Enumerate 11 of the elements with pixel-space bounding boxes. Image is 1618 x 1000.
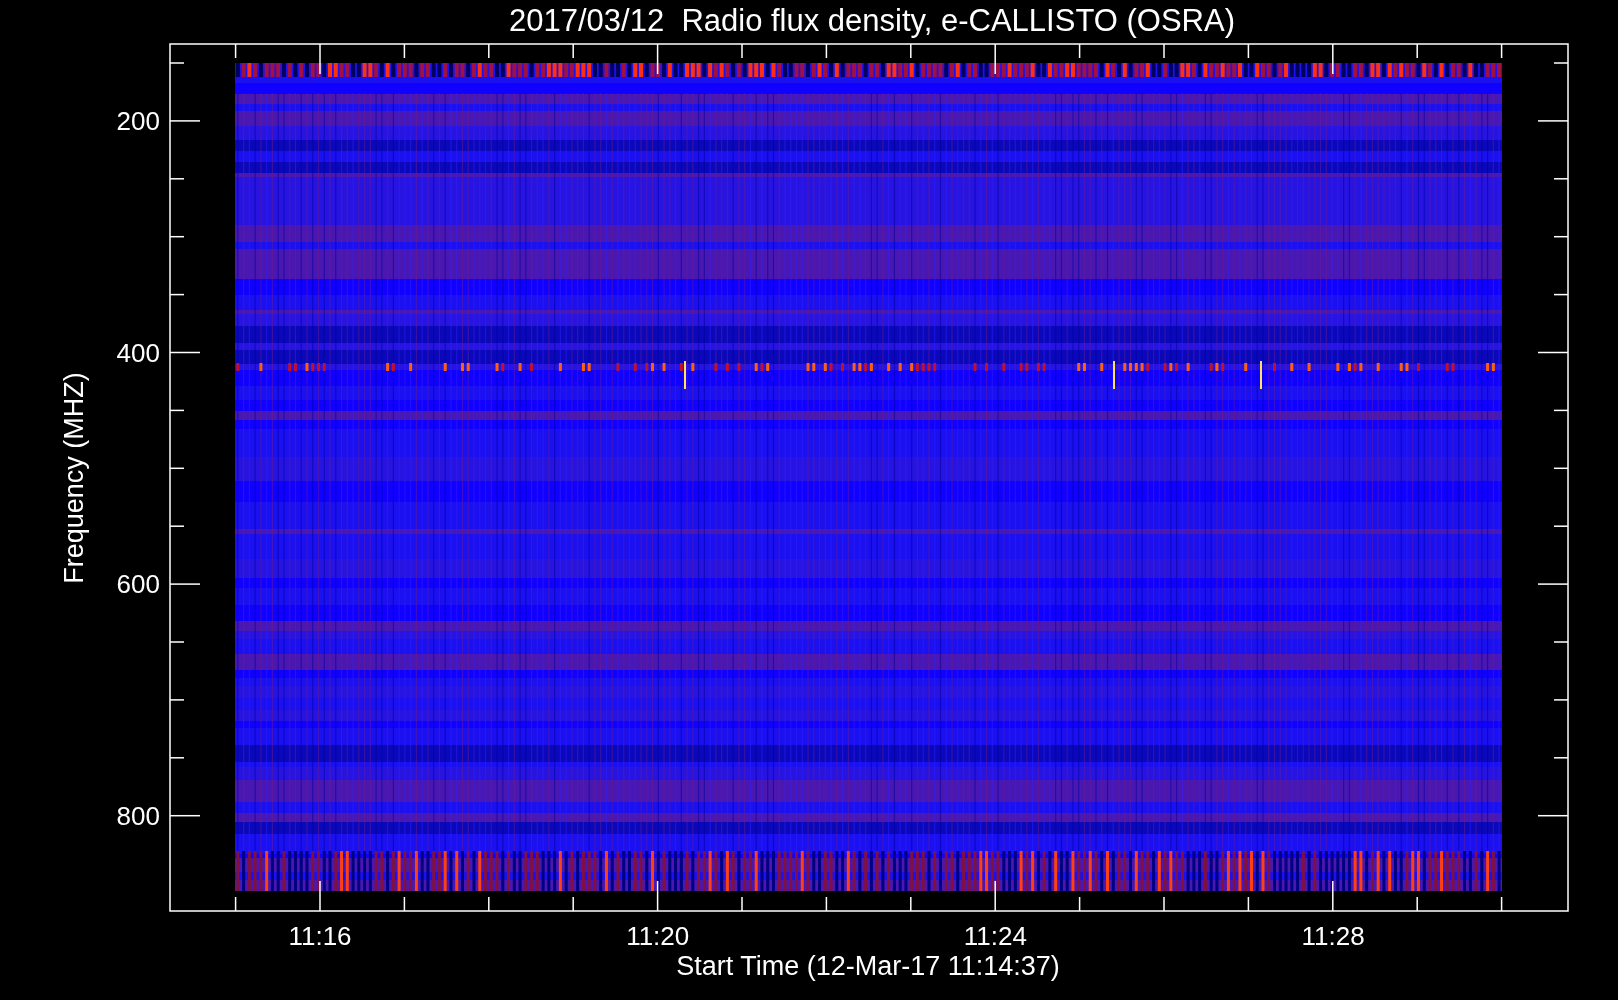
chart-title: 2017/03/12 Radio flux density, e-CALLISTO (OSRA) <box>509 3 1235 38</box>
x-tick-label: 11:24 <box>963 921 1027 951</box>
x-axis-label: Start Time (12-Mar-17 11:14:37) <box>676 951 1060 981</box>
x-tick-label: 11:16 <box>288 921 352 951</box>
y-tick-label: 600 <box>116 569 160 599</box>
y-tick-label: 200 <box>116 106 160 136</box>
x-tick-label: 11:28 <box>1301 921 1365 951</box>
y-axis-label: Frequency (MHZ) <box>59 372 89 584</box>
x-tick-label: 11:20 <box>626 921 690 951</box>
y-tick-label: 800 <box>116 800 160 831</box>
y-tick-label: 400 <box>116 337 160 368</box>
